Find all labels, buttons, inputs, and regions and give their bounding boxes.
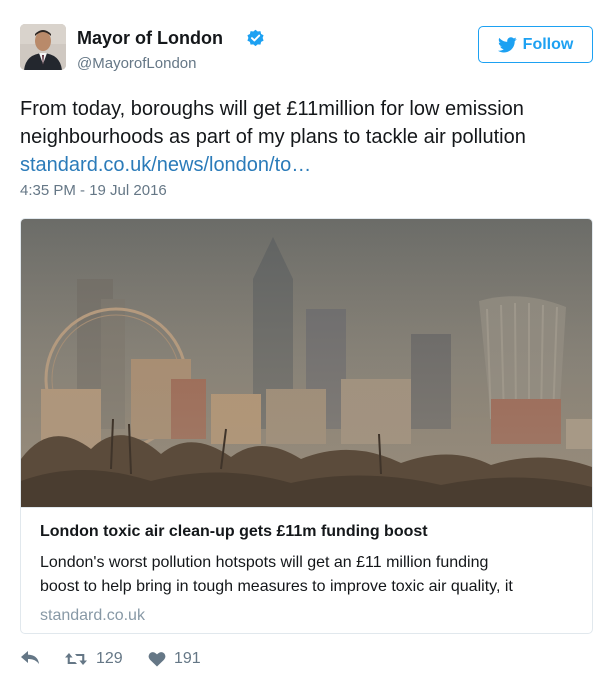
heart-icon (148, 652, 166, 667)
verified-badge-icon (247, 29, 264, 47)
tweet-link[interactable]: standard.co.uk/news/london/to… (20, 151, 590, 179)
author-handle[interactable]: @MayorofLondon (77, 55, 196, 72)
tweet-timestamp[interactable]: 4:35 PM - 19 Jul 2016 (20, 182, 167, 199)
card-description-line: London's worst pollution hotspots will g… (40, 554, 489, 571)
like-count: 191 (174, 650, 201, 667)
twitter-bird-icon (497, 36, 517, 52)
retweet-button[interactable]: 129 (64, 650, 123, 668)
tweet-text-line: From today, boroughs will get £11million… (20, 98, 524, 120)
tweet-actions: 129 191 (20, 650, 320, 676)
reply-button[interactable] (20, 650, 40, 666)
follow-button[interactable]: Follow (478, 26, 593, 63)
card-description: London's worst pollution hotspots will g… (40, 551, 585, 599)
like-button[interactable]: 191 (148, 650, 201, 668)
card-body: London toxic air clean-up gets £11m fund… (21, 507, 592, 633)
retweet-icon (65, 653, 87, 665)
card-description-line: boost to help bring in tough measures to… (40, 578, 513, 595)
avatar-photo-icon (20, 24, 66, 70)
card-title[interactable]: London toxic air clean-up gets £11m fund… (40, 523, 580, 541)
london-skyline-photo (21, 219, 592, 507)
retweet-count: 129 (96, 650, 123, 667)
tweet-embed: Mayor of London @MayorofLondon Follow Fr… (0, 0, 607, 695)
author-name[interactable]: Mayor of London (77, 28, 223, 49)
follow-label: Follow (522, 35, 574, 53)
tweet-text: From today, boroughs will get £11million… (20, 95, 590, 179)
reply-icon (21, 651, 39, 664)
tweet-text-line: neighbourhoods as part of my plans to ta… (20, 126, 526, 148)
avatar[interactable] (20, 24, 66, 70)
card-domain: standard.co.uk (40, 607, 145, 624)
link-card[interactable]: London toxic air clean-up gets £11m fund… (20, 218, 593, 634)
